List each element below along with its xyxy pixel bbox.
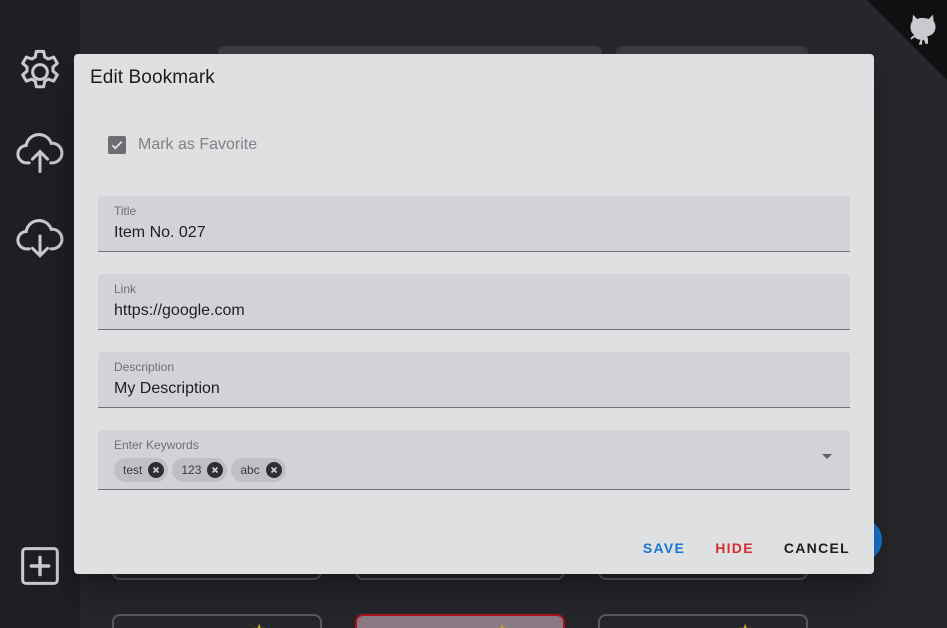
description-field[interactable]: Description My Description (98, 352, 850, 408)
octocat-icon (910, 14, 936, 45)
background-card (218, 46, 602, 54)
favorite-checkbox[interactable] (108, 136, 126, 154)
save-button[interactable]: SAVE (635, 534, 693, 562)
check-icon (111, 141, 123, 150)
description-label: Description (114, 360, 175, 374)
add-bookmark-button[interactable] (14, 540, 66, 592)
download-button[interactable] (14, 212, 66, 264)
cloud-download-icon (16, 219, 64, 258)
background-card[interactable]: ★ (598, 614, 808, 628)
keyword-chip[interactable]: 123 (172, 458, 228, 482)
favorite-checkbox-row[interactable]: Mark as Favorite (108, 136, 257, 154)
keywords-field[interactable]: Enter Keywords test 123 abc (98, 430, 850, 490)
link-input[interactable]: https://google.com (114, 302, 814, 320)
cloud-upload-icon (16, 133, 64, 174)
keyword-chip[interactable]: abc (231, 458, 286, 482)
background-card[interactable]: ★ (112, 614, 322, 628)
background-card[interactable]: ★ (355, 614, 565, 628)
keyword-chips: test 123 abc (114, 458, 290, 482)
star-icon: ★ (252, 620, 266, 628)
chip-label: abc (240, 463, 260, 477)
hide-button[interactable]: HIDE (707, 534, 762, 562)
favorite-label: Mark as Favorite (138, 136, 258, 153)
remove-chip-icon[interactable] (265, 462, 282, 478)
remove-chip-icon[interactable] (207, 462, 224, 478)
background-card (616, 46, 808, 54)
edit-bookmark-dialog: Edit Bookmark Mark as Favorite Title Ite… (74, 54, 874, 574)
dropdown-arrow-icon[interactable] (822, 454, 832, 459)
link-label: Link (114, 282, 137, 296)
dialog-title: Edit Bookmark (90, 67, 215, 88)
title-label: Title (114, 204, 137, 218)
upload-button[interactable] (14, 126, 66, 178)
keyword-chip[interactable]: test (114, 458, 169, 482)
remove-chip-icon[interactable] (148, 462, 165, 478)
chip-label: test (123, 463, 143, 477)
title-field[interactable]: Title Item No. 027 (98, 196, 850, 252)
description-input[interactable]: My Description (114, 380, 814, 398)
cancel-button[interactable]: CANCEL (776, 534, 858, 562)
star-icon: ★ (495, 620, 509, 628)
settings-icon (21, 49, 59, 89)
chip-label: 123 (181, 463, 202, 477)
keywords-label: Enter Keywords (114, 438, 199, 452)
title-input[interactable]: Item No. 027 (114, 224, 814, 242)
add-box-icon (21, 547, 59, 585)
settings-button[interactable] (14, 46, 66, 98)
sidebar (0, 0, 80, 628)
star-icon: ★ (738, 620, 752, 628)
link-field[interactable]: Link https://google.com (98, 274, 850, 330)
dialog-actions: SAVE HIDE CANCEL (621, 534, 858, 562)
